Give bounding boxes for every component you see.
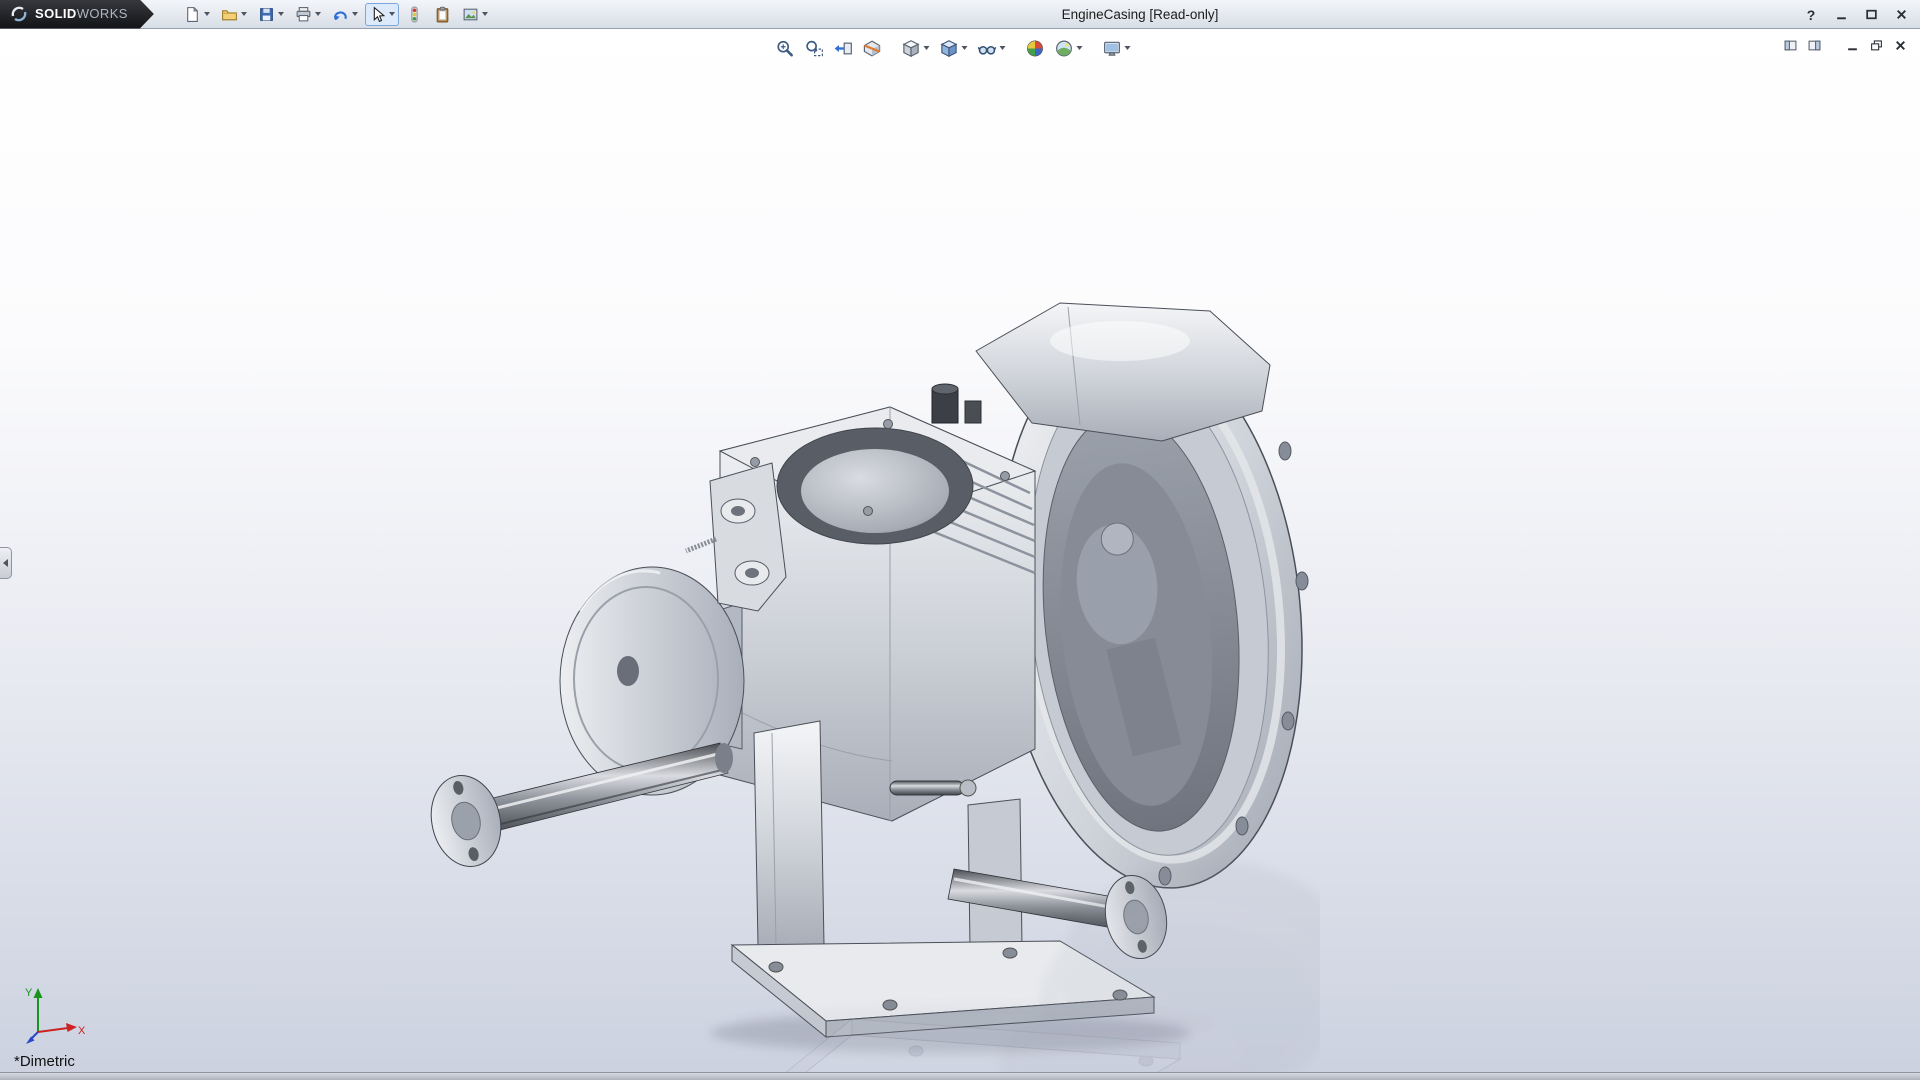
zoom-to-fit-button[interactable] (772, 35, 799, 61)
edit-appearance-button[interactable] (1022, 35, 1049, 61)
status-lights-icon (406, 6, 423, 23)
solidworks-logo: SOLIDWORKS (0, 0, 154, 29)
close-button[interactable] (1892, 6, 1910, 24)
split-pane-button[interactable] (1782, 37, 1798, 53)
restore-icon (1870, 39, 1883, 52)
apply-scene-button[interactable] (1051, 35, 1087, 61)
reference-triad: Y X (25, 987, 86, 1044)
heads-up-toolbar (772, 35, 1135, 61)
status-lights-button[interactable] (402, 3, 427, 26)
minimize-icon (1846, 39, 1859, 52)
zoom-to-fit-icon (776, 39, 795, 58)
help-button[interactable]: ? (1802, 6, 1820, 24)
chevron-down-icon[interactable] (481, 12, 488, 16)
window-controls: ? (1802, 0, 1910, 29)
zoom-to-area-icon (805, 39, 824, 58)
zoom-to-area-button[interactable] (801, 35, 828, 61)
previous-view-icon (834, 39, 853, 58)
clipboard-icon (434, 6, 451, 23)
triad-y-label: Y (25, 987, 33, 999)
close-icon (1894, 39, 1907, 52)
view-orientation-label: *Dimetric (14, 1053, 75, 1070)
maximize-icon (1865, 8, 1878, 21)
clipboard-button[interactable] (430, 3, 455, 26)
minimize-document-button[interactable] (1844, 37, 1860, 53)
view-settings-button[interactable] (1099, 35, 1135, 61)
close-document-button[interactable] (1892, 37, 1908, 53)
minimize-icon (1835, 8, 1848, 21)
chevron-down-icon[interactable] (961, 46, 968, 50)
titlebar: SOLIDWORKS EngineCasing [Read-only] ? (0, 0, 1920, 29)
restore-document-button[interactable] (1868, 37, 1884, 53)
brand-works: WORKS (76, 6, 128, 21)
hide-show-items-icon (978, 39, 997, 58)
close-icon (1895, 8, 1908, 21)
new-document-icon (184, 6, 201, 23)
chevron-down-icon[interactable] (388, 12, 395, 16)
undo-button[interactable] (328, 3, 362, 26)
open-button[interactable] (217, 3, 251, 26)
view-settings-icon (1103, 39, 1122, 58)
options-button[interactable] (458, 3, 492, 26)
view-orientation-icon (902, 39, 921, 58)
chevron-down-icon[interactable] (351, 12, 358, 16)
image-options-icon (462, 6, 479, 23)
chevron-down-icon[interactable] (314, 12, 321, 16)
main-toolbar (180, 2, 492, 26)
dassault-3ds-icon (10, 5, 28, 23)
chevron-down-icon[interactable] (1124, 46, 1131, 50)
hide-show-items-button[interactable] (974, 35, 1010, 61)
maximize-button[interactable] (1862, 6, 1880, 24)
featuremanager-collapsed-tab[interactable] (0, 547, 12, 579)
display-style-icon (940, 39, 959, 58)
select-button[interactable] (364, 2, 399, 26)
solidworks-window: SOLIDWORKS EngineCasing [Read-only] ? Y … (0, 0, 1920, 1080)
save-icon (258, 6, 275, 23)
save-button[interactable] (254, 3, 288, 26)
brand-solid: SOLID (35, 6, 77, 21)
split-pane-icon (1784, 39, 1797, 52)
apply-scene-icon (1055, 39, 1074, 58)
view-orientation-button[interactable] (898, 35, 934, 61)
graphics-viewport[interactable]: Y X *Dimetric (0, 29, 1920, 1072)
chevron-left-icon (3, 559, 8, 567)
brand-text: SOLIDWORKS (35, 5, 128, 23)
full-pane-button[interactable] (1806, 37, 1822, 53)
undo-icon (332, 6, 349, 23)
full-pane-icon (1808, 39, 1821, 52)
chevron-down-icon[interactable] (203, 12, 210, 16)
engine-casing-model[interactable] (420, 281, 1320, 1072)
chevron-down-icon[interactable] (923, 46, 930, 50)
minimize-button[interactable] (1832, 6, 1850, 24)
document-window-controls (1782, 37, 1908, 53)
print-icon (295, 6, 312, 23)
triad-x-label: X (78, 1025, 86, 1037)
print-button[interactable] (291, 3, 325, 26)
previous-view-button[interactable] (830, 35, 857, 61)
window-title: EngineCasing [Read-only] (1061, 7, 1219, 22)
open-folder-icon (221, 6, 238, 23)
status-bar (0, 1072, 1920, 1080)
chevron-down-icon[interactable] (1076, 46, 1083, 50)
chevron-down-icon[interactable] (240, 12, 247, 16)
chevron-down-icon[interactable] (277, 12, 284, 16)
section-view-button[interactable] (859, 35, 886, 61)
new-button[interactable] (180, 3, 214, 26)
edit-appearance-icon (1026, 39, 1045, 58)
section-view-icon (863, 39, 882, 58)
chevron-down-icon[interactable] (999, 46, 1006, 50)
display-style-button[interactable] (936, 35, 972, 61)
select-cursor-icon (369, 6, 386, 23)
